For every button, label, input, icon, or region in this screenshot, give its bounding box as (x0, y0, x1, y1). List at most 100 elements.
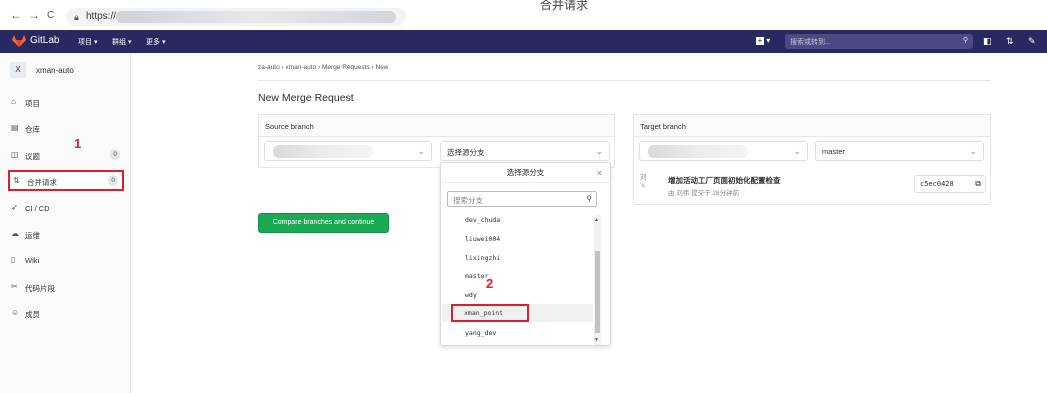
project-header[interactable]: X xman-auto (10, 62, 74, 78)
top-navbar: GitLab 项目 ▾ 群组 ▾ 更多 ▾ + ▾ 搜索或转到... ⚲ ◧ ⇅… (0, 30, 1047, 53)
breadcrumb-separator: › (371, 64, 374, 71)
dropdown-scrollbar[interactable]: ▲ ▼ (594, 215, 601, 345)
project-avatar: X (10, 62, 26, 78)
page-title: New Merge Request (258, 92, 354, 104)
breadcrumb-new: New (375, 64, 389, 71)
sidebar-item-label: Wiki (25, 256, 40, 265)
source-project-redacted (273, 145, 373, 158)
home-icon: ⌂ (11, 97, 16, 106)
dropdown-title: 选择源分支 (441, 163, 610, 183)
annotation-number-1: 1 (74, 136, 82, 151)
url-text: https:// (86, 11, 117, 22)
todo-icon[interactable]: ◧ (983, 36, 992, 47)
browser-chrome: ← → C 🔒︎ https:// 合并请求 (0, 0, 1047, 30)
branch-option[interactable]: liuwei004 (442, 230, 593, 248)
sidebar-item-label: 合并请求 (27, 178, 57, 187)
address-bar[interactable]: 🔒︎ https:// (66, 8, 406, 26)
annotation-number-2: 2 (486, 276, 494, 291)
breadcrumb-divider (258, 80, 991, 81)
search-icon: ⚲ (586, 194, 593, 203)
breadcrumb-separator: › (281, 64, 284, 71)
target-branch-header: Target branch (634, 115, 990, 137)
rocket-icon: ➶ (11, 203, 18, 212)
breadcrumb-separator: › (318, 64, 321, 71)
branch-option[interactable]: wdy (442, 286, 593, 304)
branch-option[interactable]: lixingzhi (442, 249, 593, 267)
gitlab-logo-icon[interactable] (12, 35, 26, 47)
breadcrumb-project[interactable]: xman-auto (285, 64, 316, 71)
merge-requests-nav-icon[interactable]: ⇅ (1006, 36, 1014, 47)
breadcrumb-group[interactable]: za-auto (258, 64, 280, 71)
url-redacted (116, 11, 396, 23)
source-branch-value: 选择源分支 (447, 148, 485, 157)
commit-message[interactable]: 增加活动工厂页面初始化配置检查 (668, 175, 781, 186)
repo-icon: ▤ (11, 123, 19, 132)
sidebar-item-snippets[interactable]: ✂ 代码片段 (8, 278, 124, 296)
scrollbar-thumb[interactable] (595, 251, 600, 333)
sidebar-item-merge-requests[interactable]: ⇅ 合并请求 0 (8, 170, 124, 191)
commit-author-avatar: 刘 ’s (640, 174, 647, 189)
sidebar-item-label: 代码片段 (25, 284, 55, 293)
forward-icon[interactable]: → (28, 8, 40, 22)
branch-option[interactable]: yang_dev (442, 324, 593, 342)
sidebar-item-label: 成员 (25, 310, 40, 319)
branch-option[interactable]: master (442, 267, 593, 285)
nav-more[interactable]: 更多 ▾ (146, 37, 165, 47)
last-commit: 刘 ’s 增加活动工厂页面初始化配置检查 由 刘伟 提交于 28分钟前 c5ec… (634, 168, 990, 204)
commit-sha-button[interactable]: c5ec0428 ⧉ (914, 175, 986, 193)
search-icon: ⚲ (962, 37, 968, 44)
edit-icon[interactable]: ✎ (1028, 36, 1036, 47)
sidebar-item-wiki[interactable]: ▯ Wiki (8, 251, 124, 269)
window-title: 合并请求 (540, 0, 589, 12)
source-branch-select[interactable]: 选择源分支 ⌄ (440, 141, 610, 161)
snippet-icon: ✂ (11, 282, 18, 291)
target-project-redacted (648, 145, 748, 158)
project-name: xman-auto (36, 66, 74, 75)
scroll-up-icon[interactable]: ▲ (594, 217, 599, 223)
chevron-down-icon: ⌄ (595, 146, 603, 156)
compare-branches-button[interactable]: Compare branches and continue (258, 213, 389, 233)
new-menu-caret: ▾ (766, 36, 771, 45)
search-input[interactable]: 搜索或转到... ⚲ (785, 34, 973, 49)
sidebar-item-operations[interactable]: ☁ 运维 (8, 225, 124, 243)
back-icon[interactable]: ← (10, 8, 22, 22)
reload-icon[interactable]: C (47, 10, 54, 21)
sidebar-item-members[interactable]: ☺ 成员 (8, 304, 124, 322)
lock-icon: 🔒︎ (74, 12, 79, 22)
breadcrumb-merge-requests[interactable]: Merge Requests (322, 64, 370, 71)
source-project-select[interactable]: ⌄ (264, 141, 432, 161)
users-icon: ☺ (11, 308, 20, 317)
branch-option[interactable]: dev_chuda (442, 211, 593, 229)
chevron-down-icon: ⌄ (969, 146, 977, 156)
sidebar-item-project[interactable]: ⌂ 项目 (8, 93, 124, 111)
commit-sha: c5ec0428 (920, 180, 954, 188)
branch-search-input[interactable]: 搜索分支 ⚲ (447, 191, 597, 207)
branch-option-selected[interactable]: xman_point (451, 304, 529, 322)
chevron-down-icon: ⌄ (417, 146, 425, 156)
target-branch-select[interactable]: master ⌄ (815, 141, 984, 161)
copy-icon[interactable]: ⧉ (975, 179, 981, 189)
issues-count-badge: 0 (110, 149, 120, 160)
sidebar-item-ci-cd[interactable]: ➶ CI / CD (8, 199, 124, 217)
search-placeholder: 搜索或转到... (790, 39, 831, 46)
sidebar-item-repository[interactable]: ▤ 仓库 (8, 119, 124, 137)
sidebar-item-label: 议题 (25, 152, 40, 161)
chevron-down-icon: ⌄ (793, 146, 801, 156)
merge-requests-count-badge: 0 (108, 175, 118, 186)
sidebar-item-label: 仓库 (25, 125, 40, 134)
breadcrumb: za-auto › xman-auto › Merge Requests › N… (258, 64, 389, 71)
nav-groups[interactable]: 群组 ▾ (112, 37, 131, 47)
source-branch-header: Source branch (259, 115, 614, 137)
nav-projects[interactable]: 项目 ▾ (78, 37, 97, 47)
target-branch-value: master (822, 147, 845, 156)
target-project-select[interactable]: ⌄ (639, 141, 808, 161)
sidebar-item-label: 运维 (25, 231, 40, 240)
close-icon[interactable]: × (597, 163, 602, 183)
new-menu-button[interactable]: + ▾ (756, 36, 770, 45)
sidebar-item-issues[interactable]: ◫ 议题 0 (8, 146, 124, 164)
brand-name[interactable]: GitLab (30, 35, 59, 46)
plus-square-icon: + (756, 36, 764, 45)
ops-icon: ☁ (11, 229, 19, 238)
sidebar-item-label: 项目 (25, 99, 40, 108)
scroll-down-icon[interactable]: ▼ (594, 337, 599, 343)
